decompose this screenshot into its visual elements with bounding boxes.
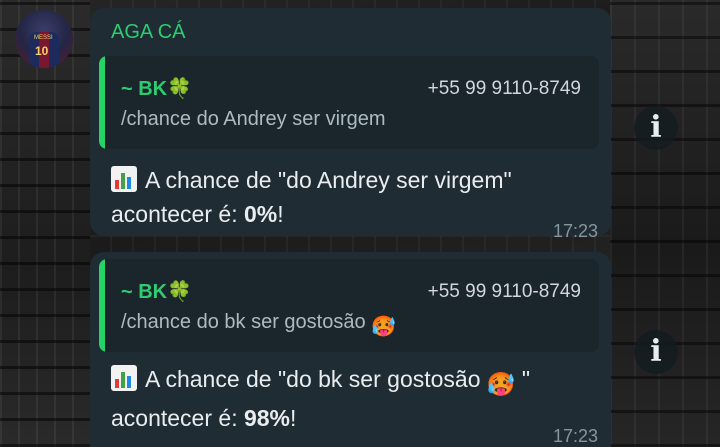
bar-chart-icon xyxy=(111,365,137,391)
quote-author-name: ~ BK xyxy=(121,281,168,303)
hot-face-emoji-icon: 🥵 xyxy=(371,316,397,338)
chance-percent: 98% xyxy=(243,405,291,431)
quote-text: /chance do bk ser gostosão 🥵 xyxy=(121,311,397,338)
clover-emoji-icon: 🍀 xyxy=(167,281,193,303)
message-time: 17:23 xyxy=(552,221,598,241)
quote-author: ~ BK🍀 xyxy=(121,279,192,304)
info-icon[interactable]: i xyxy=(634,106,678,150)
sender-name[interactable]: AGA CÁ xyxy=(111,21,185,44)
quote-phone: +55 99 9110-8749 xyxy=(427,281,581,302)
quote-bar xyxy=(99,56,105,149)
message-bubble[interactable]: ~ BK🍀 +55 99 9110-8749 /chance do bk ser… xyxy=(90,252,611,447)
quoted-message[interactable]: ~ BK🍀 +55 99 9110-8749 /chance do bk ser… xyxy=(99,259,599,352)
quote-phone: +55 99 9110-8749 xyxy=(427,78,581,99)
bar-chart-icon xyxy=(111,166,137,192)
message-bubble[interactable]: AGA CÁ ~ BK🍀 +55 99 9110-8749 /chance do… xyxy=(90,8,611,241)
quote-text: /chance do Andrey ser virgem xyxy=(121,108,386,130)
sender-avatar[interactable]: MESSI 10 xyxy=(15,10,73,68)
wallpaper-building-right xyxy=(610,0,720,447)
info-icon[interactable]: i xyxy=(634,330,678,374)
quote-author: ~ BK🍀 xyxy=(121,76,192,101)
clover-emoji-icon: 🍀 xyxy=(167,78,193,100)
hot-face-emoji-icon: 🥵 xyxy=(486,371,516,397)
message-text: A chance de "do bk ser gostosão 🥵 " acon… xyxy=(111,365,531,431)
chance-percent: 0% xyxy=(243,201,278,227)
message-time: 17:23 xyxy=(552,426,598,446)
quote-bar xyxy=(99,259,105,352)
quoted-message[interactable]: ~ BK🍀 +55 99 9110-8749 /chance do Andrey… xyxy=(99,56,599,149)
message-text: A chance de "do Andrey ser virgem" acont… xyxy=(111,166,512,227)
quote-author-name: ~ BK xyxy=(121,78,168,100)
